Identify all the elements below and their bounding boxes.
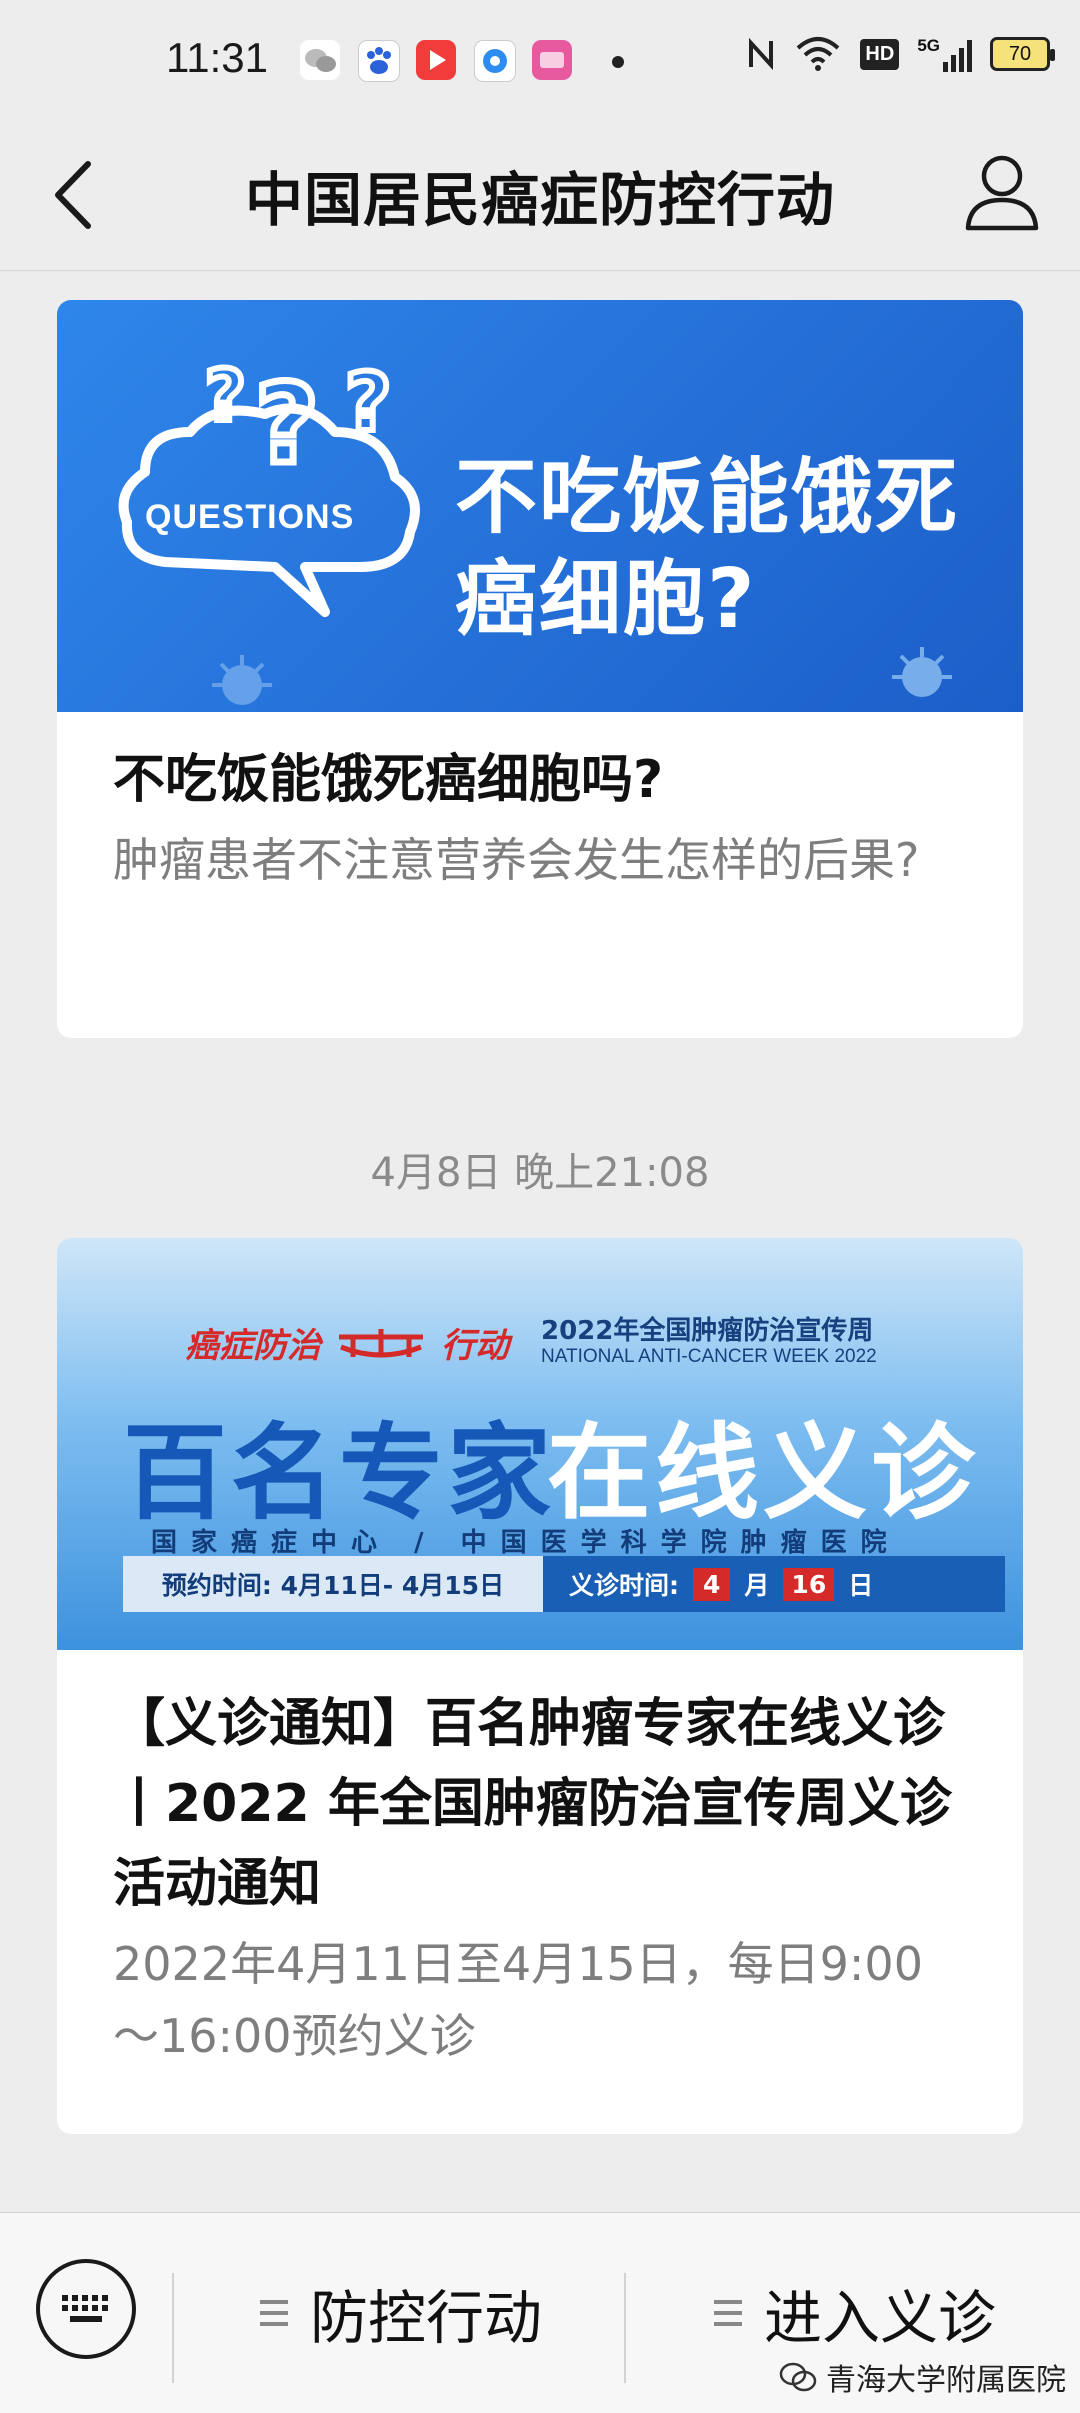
- menu-button-prevention[interactable]: 防控行动: [260, 2263, 542, 2363]
- video-app-status-icon: [416, 40, 456, 80]
- campaign-brand-name: 癌症防治: [185, 1326, 321, 1366]
- menu-divider: [172, 2273, 174, 2383]
- article-summary: 肿瘤患者不注意营养会发生怎样的后果?: [113, 833, 920, 887]
- message-timestamp: 4月8日 晚上21:08: [370, 1150, 710, 1196]
- clinic-month-unit: 月: [744, 1571, 770, 1600]
- clinic-month: 4: [693, 1567, 731, 1601]
- svg-text:?: ?: [205, 355, 246, 437]
- menu-lines-icon: [260, 2300, 288, 2326]
- notification-dot-icon: [612, 56, 624, 68]
- booking-bar: 预约时间: 4月11日- 4月15日 义诊时间: 4 月 16 日: [123, 1556, 1005, 1612]
- watermark-text: 青海大学附属医院: [826, 2363, 1066, 2398]
- battery-icon: 70: [990, 37, 1055, 71]
- article-card-1[interactable]: ? ? ? QUESTIONS 不吃饭能饿死 癌细胞? 不吃饭能饿死癌细胞吗? …: [57, 300, 1023, 1038]
- cloud-label: QUESTIONS: [145, 498, 355, 536]
- clinic-day-unit: 日: [848, 1571, 874, 1600]
- nfc-icon: [749, 37, 774, 71]
- article-banner-2[interactable]: 癌症防治 行动 2022年全国肿瘤防治宣传周 NATIONAL ANTI-CAN…: [57, 1238, 1023, 1650]
- menu-button-clinic[interactable]: 进入义诊: [714, 2263, 996, 2363]
- shopping-app-status-icon: [532, 40, 572, 80]
- clinic-date: 义诊时间: 4 月 16 日: [543, 1556, 1005, 1612]
- article-banner-1[interactable]: ? ? ? QUESTIONS 不吃饭能饿死 癌细胞?: [57, 300, 1023, 712]
- nav-bar: 中国居民癌症防控行动: [0, 120, 1080, 271]
- back-arrow-icon[interactable]: [46, 156, 102, 234]
- banner-orgs: 国家癌症中心 / 中国医学科学院肿瘤医院: [151, 1528, 901, 1558]
- battery-level: 70: [1008, 42, 1032, 65]
- menu-button-label: 进入义诊: [764, 2284, 997, 2352]
- keyboard-toggle-button[interactable]: [36, 2259, 136, 2359]
- signal-icon: 5G: [917, 36, 972, 72]
- menu-button-label: 防控行动: [310, 2284, 543, 2352]
- network-type-label: 5G: [917, 36, 940, 55]
- svg-text:?: ?: [345, 356, 391, 449]
- campaign-logo-icon: [339, 1328, 423, 1357]
- virus-icon: [892, 647, 952, 697]
- menu-lines-icon: [714, 2300, 742, 2326]
- clinic-date-label: 义诊时间:: [569, 1571, 679, 1600]
- profile-icon[interactable]: [962, 148, 1042, 234]
- week-title-en: NATIONAL ANTI-CANCER WEEK 2022: [541, 1346, 877, 1367]
- status-time: 11:31: [166, 34, 268, 81]
- hd-icon: HD: [860, 38, 900, 70]
- article-title[interactable]: 不吃饭能饿死癌细胞吗?: [57, 740, 1023, 820]
- campaign-brand-action: 行动: [441, 1326, 509, 1366]
- wechat-status-icon: [300, 40, 340, 80]
- booking-period: 预约时间: 4月11日- 4月15日: [123, 1556, 543, 1612]
- watermark: 青海大学附属医院: [778, 2355, 1066, 2399]
- browser-status-icon: [474, 40, 516, 82]
- bottom-menu-bar: 防控行动 进入义诊 青海大学附属医院: [0, 2212, 1080, 2413]
- banner-headline-line2: 癌细胞?: [455, 552, 757, 647]
- banner-headline-right: 在线义诊: [547, 1412, 980, 1534]
- keyboard-icon: [62, 2295, 108, 2322]
- clinic-day: 16: [783, 1567, 835, 1601]
- wechat-logo-icon: [779, 2362, 817, 2392]
- article-card-2[interactable]: 癌症防治 行动 2022年全国肿瘤防治宣传周 NATIONAL ANTI-CAN…: [57, 1238, 1023, 2134]
- menu-divider: [624, 2273, 626, 2383]
- campaign-brand: 癌症防治 行动: [185, 1318, 509, 1367]
- status-bar: 11:31 HD 5G 70: [0, 0, 1080, 120]
- baidu-status-icon: [358, 40, 400, 82]
- page-title: 中国居民癌症防控行动: [244, 166, 835, 234]
- article-summary: 2022年4月11日至4月15日，每日9:00～16:00预约义诊: [113, 1937, 923, 2063]
- week-title-cn: 2022年全国肿瘤防治宣传周: [541, 1316, 874, 1346]
- svg-text:?: ?: [255, 360, 319, 488]
- virus-icon: [212, 655, 272, 705]
- article-title[interactable]: 【义诊通知】百名肿瘤专家在线义诊丨2022 年全国肿瘤防治宣传周义诊活动通知: [57, 1684, 1023, 1924]
- wifi-icon: [797, 37, 840, 71]
- banner-headline-left: 百名专家: [123, 1412, 556, 1534]
